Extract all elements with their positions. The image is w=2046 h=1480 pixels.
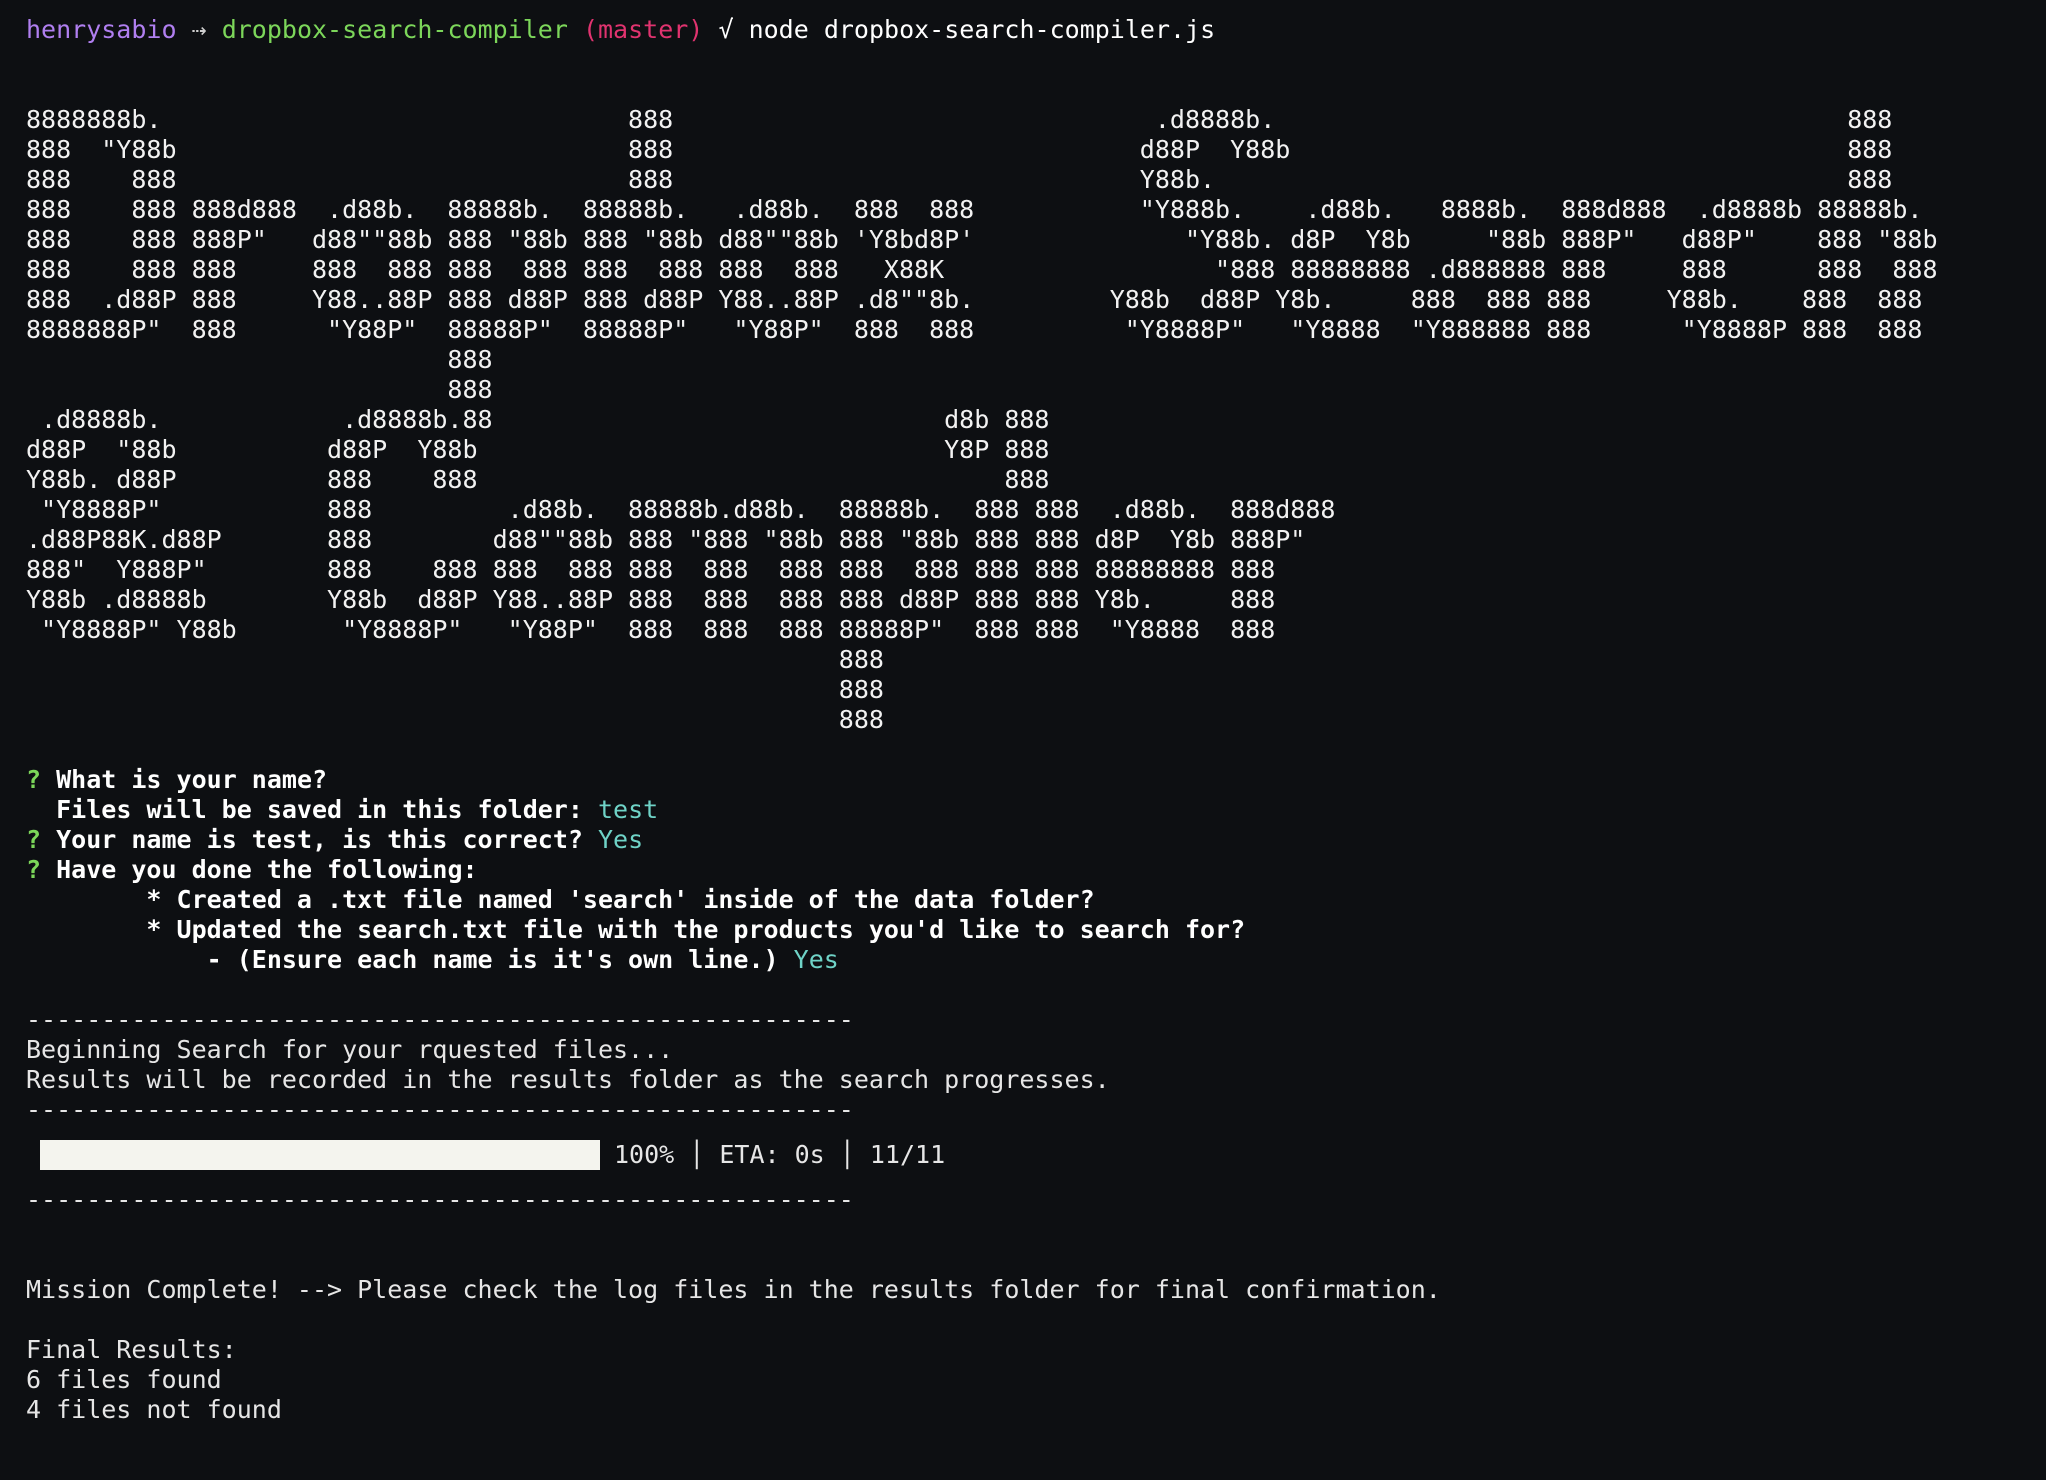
begin-search-text: Beginning Search for your rquested files…: [26, 1035, 674, 1064]
mission-complete-text: Mission Complete! --> Please check the l…: [26, 1275, 1441, 1304]
ascii-banner-title: 8888888b. 888 .d8888b. 888 888 "Y88b 888…: [26, 105, 1938, 404]
checklist-answer: Yes: [793, 945, 839, 974]
prompt-user: henrysabio: [26, 15, 177, 44]
checklist-item: - (Ensure each name is it's own line.) Y…: [26, 945, 2026, 975]
files-not-found-text: 4 files not found: [26, 1395, 282, 1424]
files-found-text: 6 files found: [26, 1365, 222, 1394]
separator: ----------------------------------------…: [26, 1005, 854, 1034]
prompt-repo: dropbox-search-compiler: [221, 15, 568, 44]
question-confirm: ? Your name is test, is this correct? Ye…: [26, 825, 2026, 855]
prompt-branch: (master): [582, 15, 704, 44]
progress-label: 100% │ ETA: 0s │ 11/11: [614, 1140, 946, 1169]
checklist-item-text: * Updated the search.txt file with the p…: [146, 915, 1246, 944]
question-name-text: What is your name?: [56, 765, 328, 794]
progress-bar-fill: [40, 1140, 600, 1170]
folder-label: Files will be saved in this folder:: [56, 795, 583, 824]
checklist-item-text: * Created a .txt file named 'search' ins…: [146, 885, 1095, 914]
folder-value: test: [597, 795, 659, 824]
shell-prompt-line: henrysabio ⇢ dropbox-search-compiler (ma…: [26, 15, 2026, 45]
separator: ----------------------------------------…: [26, 1185, 854, 1214]
progress-bar: [40, 1140, 600, 1170]
checklist-item: * Updated the search.txt file with the p…: [26, 915, 2026, 945]
final-results-header: Final Results:: [26, 1335, 237, 1364]
progress-row: 100% │ ETA: 0s │ 11/11: [26, 1125, 2026, 1185]
prompt-command: node dropbox-search-compiler.js: [748, 15, 1216, 44]
folder-line: Files will be saved in this folder: test: [26, 795, 2026, 825]
results-note-text: Results will be recorded in the results …: [26, 1065, 1110, 1094]
prompt-arrow-icon: ⇢: [191, 15, 207, 44]
question-mark-icon: ?: [26, 825, 42, 854]
question-checklist: ? Have you done the following:: [26, 855, 2026, 885]
prompt-status-icon: √: [718, 15, 734, 44]
question-mark-icon: ?: [26, 855, 42, 884]
question-name: ? What is your name?: [26, 765, 2026, 795]
terminal-window[interactable]: henrysabio ⇢ dropbox-search-compiler (ma…: [26, 15, 2026, 1480]
checklist-item: * Created a .txt file named 'search' ins…: [26, 885, 2026, 915]
question-mark-icon: ?: [26, 765, 42, 794]
question-checklist-text: Have you done the following:: [56, 855, 478, 884]
question-confirm-text: Your name is test, is this correct?: [56, 825, 583, 854]
separator: ----------------------------------------…: [26, 1095, 854, 1124]
checklist-item-text: - (Ensure each name is it's own line.): [206, 945, 779, 974]
confirm-answer: Yes: [597, 825, 644, 854]
ascii-banner-subtitle: .d8888b. .d8888b.88 d8b 888 d88P "88b d8…: [26, 405, 1336, 734]
